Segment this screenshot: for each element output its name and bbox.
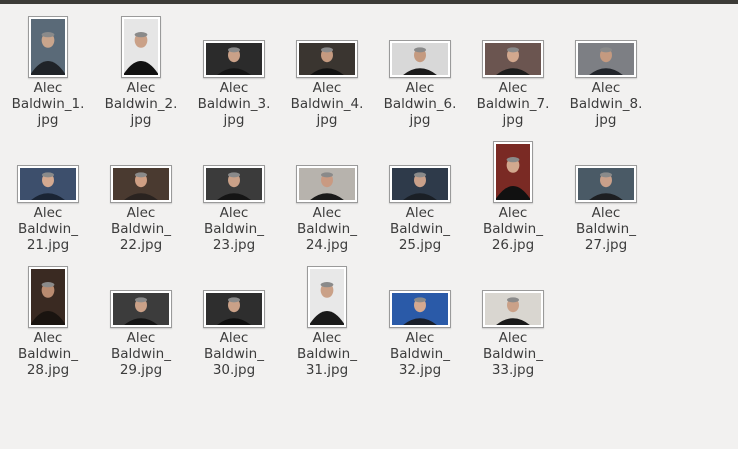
thumbnail-area [561, 135, 651, 203]
image-thumbnail [110, 165, 172, 203]
image-thumbnail [482, 40, 544, 78]
file-name: Alec Baldwin_ 33.jpg [483, 330, 543, 378]
file-item[interactable]: Alec Baldwin_ 25.jpg [375, 135, 465, 253]
file-name: Alec Baldwin_ 26.jpg [483, 205, 543, 253]
thumbnail-area [375, 260, 465, 328]
file-item[interactable]: Alec Baldwin_ 24.jpg [282, 135, 372, 253]
file-name: Alec Baldwin_8. jpg [569, 80, 643, 128]
image-thumbnail [389, 40, 451, 78]
file-name: Alec Baldwin_ 29.jpg [111, 330, 171, 378]
file-item[interactable]: Alec Baldwin_ 23.jpg [189, 135, 279, 253]
file-item[interactable]: Alec Baldwin_ 33.jpg [468, 260, 558, 378]
file-item[interactable]: Alec Baldwin_ 30.jpg [189, 260, 279, 378]
image-thumbnail [296, 165, 358, 203]
image-thumbnail [493, 141, 533, 203]
file-grid: Alec Baldwin_1. jpg Alec Baldwin_2. jpg Al… [0, 4, 738, 449]
file-item[interactable]: Alec Baldwin_ 22.jpg [96, 135, 186, 253]
file-item[interactable]: Alec Baldwin_ 28.jpg [3, 260, 93, 378]
image-thumbnail [575, 40, 637, 78]
file-name: Alec Baldwin_7. jpg [476, 80, 550, 128]
file-item[interactable]: Alec Baldwin_7. jpg [468, 10, 558, 128]
file-name: Alec Baldwin_6. jpg [383, 80, 457, 128]
file-item[interactable]: Alec Baldwin_3. jpg [189, 10, 279, 128]
image-thumbnail [389, 165, 451, 203]
file-item[interactable]: Alec Baldwin_ 32.jpg [375, 260, 465, 378]
file-name: Alec Baldwin_2. jpg [104, 80, 178, 128]
file-name: Alec Baldwin_ 21.jpg [18, 205, 78, 253]
file-name: Alec Baldwin_ 31.jpg [297, 330, 357, 378]
file-name: Alec Baldwin_ 30.jpg [204, 330, 264, 378]
thumbnail-area [189, 135, 279, 203]
file-item[interactable]: Alec Baldwin_4. jpg [282, 10, 372, 128]
file-item[interactable]: Alec Baldwin_1. jpg [3, 10, 93, 128]
thumbnail-area [282, 10, 372, 78]
thumbnail-area [468, 10, 558, 78]
thumbnail-area [468, 260, 558, 328]
thumbnail-area [375, 135, 465, 203]
file-name: Alec Baldwin_ 24.jpg [297, 205, 357, 253]
thumbnail-area [3, 260, 93, 328]
image-thumbnail [203, 290, 265, 328]
file-name: Alec Baldwin_ 25.jpg [390, 205, 450, 253]
image-thumbnail [28, 266, 68, 328]
file-item[interactable]: Alec Baldwin_ 26.jpg [468, 135, 558, 253]
thumbnail-area [3, 135, 93, 203]
image-thumbnail [17, 165, 79, 203]
thumbnail-area [189, 260, 279, 328]
file-name: Alec Baldwin_4. jpg [290, 80, 364, 128]
image-thumbnail [389, 290, 451, 328]
file-item[interactable]: Alec Baldwin_6. jpg [375, 10, 465, 128]
image-thumbnail [296, 40, 358, 78]
thumbnail-area [96, 135, 186, 203]
file-name: Alec Baldwin_1. jpg [11, 80, 85, 128]
thumbnail-area [189, 10, 279, 78]
file-name: Alec Baldwin_ 28.jpg [18, 330, 78, 378]
thumbnail-area [3, 10, 93, 78]
file-item[interactable]: Alec Baldwin_ 21.jpg [3, 135, 93, 253]
file-name: Alec Baldwin_3. jpg [197, 80, 271, 128]
image-thumbnail [575, 165, 637, 203]
file-item[interactable]: Alec Baldwin_2. jpg [96, 10, 186, 128]
image-thumbnail [203, 165, 265, 203]
thumbnail-area [561, 10, 651, 78]
file-name: Alec Baldwin_ 27.jpg [576, 205, 636, 253]
image-thumbnail [121, 16, 161, 78]
thumbnail-area [468, 135, 558, 203]
image-thumbnail [110, 290, 172, 328]
file-name: Alec Baldwin_ 23.jpg [204, 205, 264, 253]
file-item[interactable]: Alec Baldwin_ 29.jpg [96, 260, 186, 378]
thumbnail-area [375, 10, 465, 78]
thumbnail-area [96, 260, 186, 328]
file-item[interactable]: Alec Baldwin_ 31.jpg [282, 260, 372, 378]
image-thumbnail [203, 40, 265, 78]
file-name: Alec Baldwin_ 32.jpg [390, 330, 450, 378]
file-item[interactable]: Alec Baldwin_8. jpg [561, 10, 651, 128]
thumbnail-area [96, 10, 186, 78]
file-item[interactable]: Alec Baldwin_ 27.jpg [561, 135, 651, 253]
image-thumbnail [482, 290, 544, 328]
image-thumbnail [307, 266, 347, 328]
image-thumbnail [28, 16, 68, 78]
thumbnail-area [282, 260, 372, 328]
thumbnail-area [282, 135, 372, 203]
file-name: Alec Baldwin_ 22.jpg [111, 205, 171, 253]
